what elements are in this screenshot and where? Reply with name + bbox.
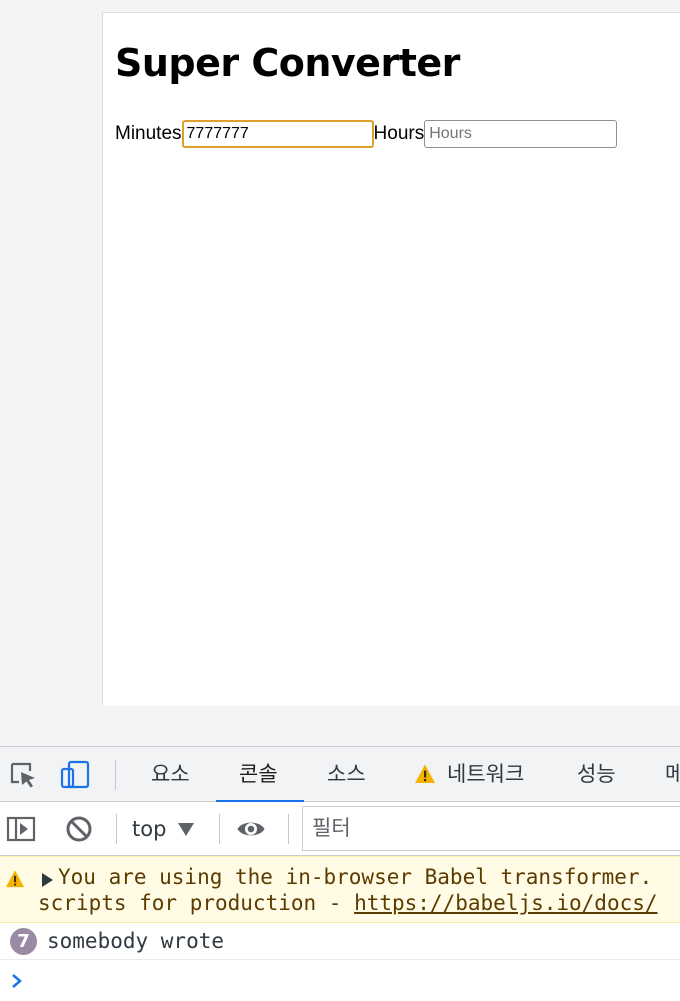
tab-performance[interactable]: 성능 — [577, 747, 616, 802]
toolbar-divider — [288, 814, 289, 844]
tab-console[interactable]: 콘솔 — [239, 747, 278, 802]
page-viewport: Super Converter Minutes Hours — [102, 12, 680, 706]
tab-elements[interactable]: 요소 — [151, 747, 190, 802]
repeat-count-badge: 7 — [10, 928, 37, 955]
toolbar-divider — [219, 814, 220, 844]
hours-input[interactable] — [424, 120, 618, 148]
console-prompt-icon[interactable] — [10, 972, 24, 990]
babel-docs-link[interactable]: https://babeljs.io/docs/ — [354, 891, 657, 915]
warning-icon — [5, 870, 25, 888]
toolbar-divider — [116, 814, 117, 844]
clear-console-icon[interactable] — [64, 814, 94, 844]
expand-triangle-icon[interactable] — [42, 873, 53, 887]
warning-icon — [415, 764, 435, 783]
minutes-label: Minutes — [115, 123, 182, 144]
warning-text-line2: scripts for production - https://babeljs… — [38, 891, 658, 915]
tab-overflow[interactable]: 메 — [665, 747, 680, 802]
device-toolbar-icon[interactable] — [60, 760, 90, 790]
tab-network[interactable]: 네트워크 — [447, 747, 524, 802]
console-toolbar: top 필터 — [0, 802, 680, 856]
log-text: somebody wrote — [47, 929, 225, 953]
console-log-message: 7 somebody wrote — [0, 923, 680, 960]
minutes-input[interactable] — [181, 120, 374, 148]
converter-row: Minutes Hours — [115, 120, 618, 148]
warning-text-prefix: scripts for production - — [38, 891, 355, 915]
page-title: Super Converter — [115, 41, 460, 85]
warning-text-line1: You are using the in-browser Babel trans… — [58, 865, 653, 889]
context-selector-value: top — [132, 817, 167, 841]
eye-icon[interactable] — [236, 814, 266, 844]
tabbar-divider — [115, 760, 116, 790]
devtools-tabbar: 요소 콘솔 소스 네트워크 성능 메 — [0, 747, 680, 803]
hours-label: Hours — [373, 123, 425, 144]
inspect-element-icon[interactable] — [8, 760, 38, 790]
tab-sources[interactable]: 소스 — [327, 747, 366, 802]
console-filter-input[interactable]: 필터 — [302, 806, 680, 851]
console-warning-message: You are using the in-browser Babel trans… — [0, 856, 680, 923]
devtools-panel: 요소 콘솔 소스 네트워크 성능 메 top 필터 You are using … — [0, 746, 680, 1001]
sidebar-toggle-icon[interactable] — [6, 814, 36, 844]
caret-down-icon — [178, 822, 195, 836]
context-selector[interactable]: top — [132, 814, 195, 844]
